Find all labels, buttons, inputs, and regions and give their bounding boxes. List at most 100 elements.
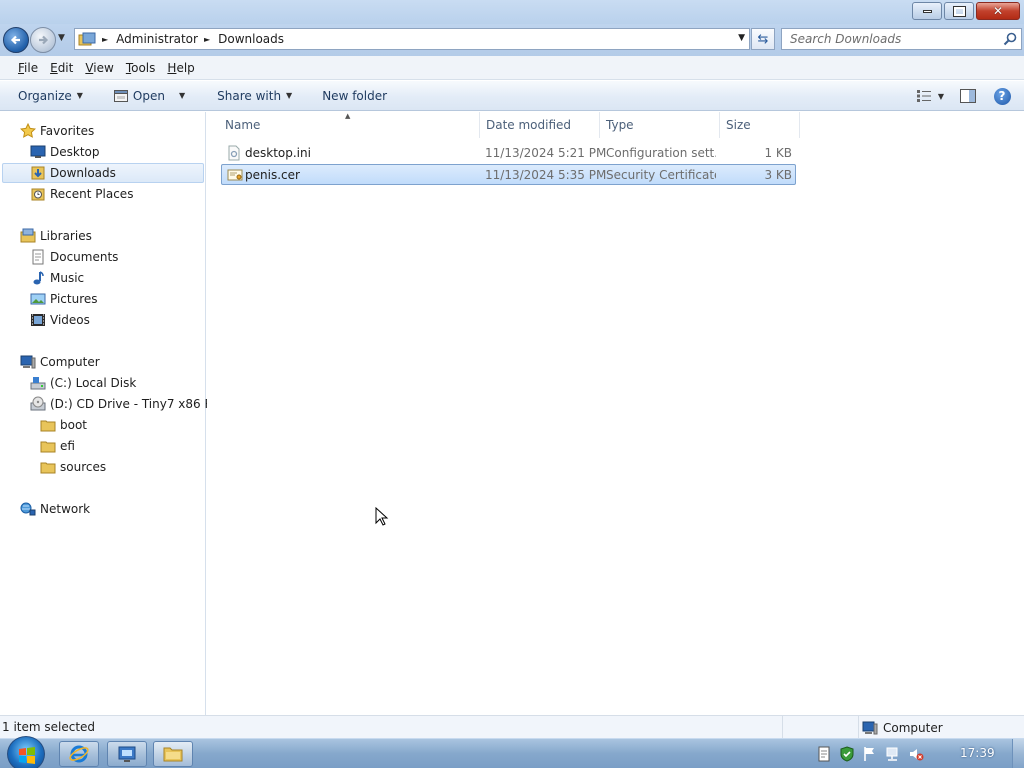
file-date: 11/13/2024 5:35 PM: [485, 168, 607, 182]
menu-file[interactable]: File: [12, 61, 44, 75]
menu-view[interactable]: View: [79, 61, 119, 75]
start-button[interactable]: [7, 736, 45, 768]
nav-folder-efi[interactable]: efi: [40, 436, 75, 456]
address-dropdown-icon[interactable]: ▼: [738, 33, 745, 43]
nav-drive-d[interactable]: (D:) CD Drive - Tiny7 x86 R1: [30, 394, 220, 414]
location-status: Computer: [862, 720, 943, 736]
share-with-label: Share with: [217, 88, 282, 103]
search-input[interactable]: [790, 32, 990, 46]
nav-computer[interactable]: Computer: [20, 352, 100, 372]
chevron-down-icon: ▼: [286, 91, 293, 100]
computer-icon: [20, 355, 36, 369]
nav-drive-c[interactable]: (C:) Local Disk: [30, 373, 136, 393]
cd-drive-icon: [30, 396, 46, 411]
change-view-button[interactable]: ▼: [912, 84, 948, 108]
navigation-pane: Favorites Desktop Downloads Recent Place…: [0, 112, 220, 715]
nav-desktop[interactable]: Desktop: [30, 142, 100, 162]
breadcrumb-administrator[interactable]: Administrator: [116, 32, 198, 46]
refresh-button[interactable]: ⇆: [751, 28, 775, 50]
organize-button[interactable]: Organize ▼: [12, 83, 89, 109]
close-icon: ✕: [992, 4, 1004, 18]
column-header-type[interactable]: Type: [599, 112, 720, 138]
mouse-cursor-icon: [375, 507, 389, 526]
nav-recent-places[interactable]: Recent Places: [30, 184, 133, 204]
search-box[interactable]: [781, 28, 1022, 50]
title-bar: ✕: [0, 0, 1024, 24]
notes-icon[interactable]: [816, 746, 832, 762]
downloads-folder-icon: [31, 166, 45, 180]
nav-folder-boot[interactable]: boot: [40, 415, 87, 435]
details-view-icon: [916, 90, 931, 102]
security-shield-icon[interactable]: [839, 746, 855, 762]
recent-places-icon: [31, 188, 45, 201]
nav-network[interactable]: Network: [20, 499, 90, 519]
menu-tools[interactable]: Tools: [120, 61, 162, 75]
selection-status: 1 item selected: [2, 720, 96, 734]
star-icon: [20, 123, 36, 138]
show-desktop-button[interactable]: [1012, 739, 1024, 768]
taskbar: 17:39: [0, 736, 1024, 768]
nav-libraries[interactable]: Libraries: [20, 226, 92, 246]
chevron-down-icon: ▼: [76, 91, 83, 100]
documents-icon: [32, 249, 44, 265]
file-date: 11/13/2024 5:21 PM: [485, 146, 607, 160]
pictures-icon: [30, 293, 46, 305]
folder-icon: [40, 420, 56, 432]
file-row-desktop-ini[interactable]: desktop.ini 11/13/2024 5:21 PM Configura…: [221, 143, 796, 164]
forward-arrow-icon: [39, 35, 49, 45]
sort-ascending-icon: ▲: [345, 112, 351, 120]
nav-downloads[interactable]: Downloads: [2, 163, 204, 183]
file-type: Security Certificate: [606, 168, 716, 182]
forward-button[interactable]: [30, 27, 56, 53]
column-header-size[interactable]: Size: [719, 112, 800, 138]
app-window-icon: [118, 746, 136, 762]
address-row: ▼ ► Administrator ► Downloads ▼ ⇆: [0, 24, 1024, 56]
desktop-icon: [30, 145, 46, 158]
file-name: penis.cer: [245, 168, 300, 182]
folder-location-icon: [78, 32, 96, 46]
preview-pane-button[interactable]: [954, 84, 982, 108]
nav-folder-sources[interactable]: sources: [40, 457, 106, 477]
nav-favorites[interactable]: Favorites: [20, 121, 94, 141]
taskbar-app[interactable]: [107, 741, 147, 767]
folder-icon: [40, 462, 56, 474]
action-center-flag-icon[interactable]: [862, 746, 878, 762]
taskbar-internet-explorer[interactable]: [59, 741, 99, 767]
column-header-date-modified[interactable]: Date modified: [479, 112, 600, 138]
system-tray: [816, 739, 924, 768]
search-icon[interactable]: [1003, 32, 1017, 46]
open-label: Open: [132, 88, 165, 103]
file-row-penis-cer[interactable]: penis.cer 11/13/2024 5:35 PM Security Ce…: [221, 164, 796, 185]
windows-logo-icon: [19, 747, 35, 764]
command-bar: Organize ▼ Open ▼ Share with ▼ New folder ▼…: [0, 81, 1024, 111]
new-folder-button[interactable]: New folder: [316, 83, 393, 109]
breadcrumb-chevron-icon[interactable]: ►: [102, 35, 108, 44]
close-button[interactable]: ✕: [976, 2, 1020, 20]
network-icon[interactable]: [885, 746, 901, 762]
minimize-button[interactable]: [912, 2, 942, 20]
volume-muted-icon[interactable]: [908, 746, 924, 762]
clock[interactable]: 17:39: [960, 746, 995, 760]
menu-edit[interactable]: Edit: [44, 61, 79, 75]
status-divider: [782, 716, 783, 739]
breadcrumb: ► Administrator ► Downloads: [96, 32, 284, 46]
open-icon: [113, 89, 128, 102]
open-button[interactable]: Open ▼: [107, 83, 191, 109]
back-button[interactable]: [3, 27, 29, 53]
breadcrumb-downloads[interactable]: Downloads: [218, 32, 284, 46]
nav-videos[interactable]: Videos: [30, 310, 90, 330]
help-button[interactable]: ?: [988, 84, 1016, 108]
preview-pane-icon: [960, 89, 976, 103]
breadcrumb-chevron-icon[interactable]: ►: [204, 35, 210, 44]
menu-help[interactable]: Help: [161, 61, 200, 75]
nav-pictures[interactable]: Pictures: [30, 289, 98, 309]
taskbar-windows-explorer[interactable]: [153, 741, 193, 767]
nav-documents[interactable]: Documents: [30, 247, 118, 267]
restore-button[interactable]: [944, 2, 974, 20]
internet-explorer-icon: [69, 745, 89, 763]
refresh-icon: ⇆: [757, 31, 769, 47]
share-with-button[interactable]: Share with ▼: [211, 83, 298, 109]
address-bar[interactable]: ► Administrator ► Downloads ▼: [74, 28, 750, 50]
nav-music[interactable]: Music: [30, 268, 84, 288]
recent-pages-dropdown[interactable]: ▼: [58, 33, 65, 43]
